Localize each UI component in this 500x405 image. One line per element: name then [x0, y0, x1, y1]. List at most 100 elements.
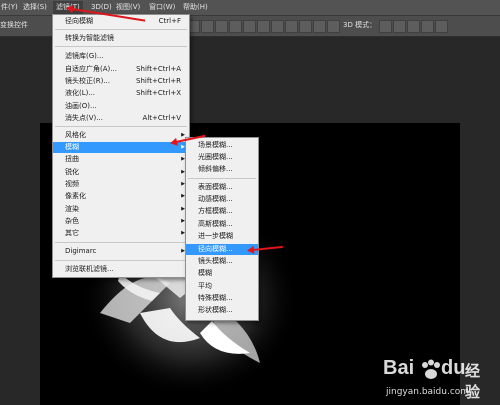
submenu-item-surface-blur[interactable]: 表面模糊... [186, 182, 258, 193]
menu-item-adaptive-wide-angle[interactable]: 自适应广角(A)... Shift+Ctrl+A [53, 64, 189, 75]
menu-item-digimarc[interactable]: Digimarc ▶ [53, 246, 189, 257]
menu-item-filter-gallery[interactable]: 滤镜库(G)... [53, 51, 189, 62]
align-icon[interactable] [215, 20, 228, 33]
menu-item-vanishing-point[interactable]: 消失点(V)... Alt+Ctrl+V [53, 113, 189, 124]
paw-logo-icon [422, 359, 440, 379]
menu-item-label: 高斯模糊... [198, 220, 233, 228]
menu-separator [55, 29, 187, 30]
menu-file[interactable]: 件(Y) [0, 1, 21, 14]
menu-item-label: 视频 [65, 180, 79, 188]
menu-item-label: 倾斜偏移... [198, 165, 233, 173]
submenu-item-gaussian-blur[interactable]: 高斯模糊... [186, 219, 258, 230]
menu-separator [55, 126, 187, 127]
distribute-icon[interactable] [271, 20, 284, 33]
submenu-item-field-blur[interactable]: 场景模糊... [186, 140, 258, 151]
menu-window[interactable]: 窗口(W) [146, 1, 178, 14]
menu-item-label: 模糊 [198, 269, 212, 277]
menu-item-label: 径向模糊... [198, 245, 233, 253]
3d-scale-icon[interactable] [435, 20, 448, 33]
baidu-jingyan-watermark: Bai du 经验 jingyan.baidu.com [383, 357, 493, 401]
menu-item-label: 形状模糊... [198, 306, 233, 314]
distribute-icon[interactable] [299, 20, 312, 33]
menu-item-label: 方框模糊... [198, 207, 233, 215]
menu-item-noise[interactable]: 杂色 ▶ [53, 216, 189, 227]
menu-item-shortcut: Shift+Ctrl+X [136, 89, 181, 97]
3d-mode-label: 3D 模式： [343, 21, 377, 29]
menu-item-label: 渲染 [65, 205, 79, 213]
align-icon[interactable] [201, 20, 214, 33]
menu-item-render[interactable]: 渲染 ▶ [53, 204, 189, 215]
menu-item-label: 扭曲 [65, 155, 79, 163]
3d-roll-icon[interactable] [393, 20, 406, 33]
submenu-item-tilt-shift[interactable]: 倾斜偏移... [186, 164, 258, 175]
menu-item-lens-correction[interactable]: 镜头校正(R)... Shift+Ctrl+R [53, 76, 189, 87]
3d-rotate-icon[interactable] [379, 20, 392, 33]
menu-select[interactable]: 选择(S) [20, 1, 50, 14]
submenu-item-box-blur[interactable]: 方框模糊... [186, 206, 258, 217]
menu-item-other[interactable]: 其它 ▶ [53, 228, 189, 239]
menu-item-oil-paint[interactable]: 油画(O)... [53, 101, 189, 112]
submenu-item-average[interactable]: 平均 [186, 281, 258, 292]
menu-separator [55, 260, 187, 261]
watermark-url: jingyan.baidu.com [386, 387, 470, 397]
menu-item-label: 锐化 [65, 168, 79, 176]
menu-help[interactable]: 帮助(H) [180, 1, 211, 14]
watermark-brand-suffix: du [441, 357, 466, 379]
menu-item-label: Digimarc [65, 247, 97, 255]
menu-item-shortcut: Shift+Ctrl+R [136, 77, 181, 85]
menu-item-shortcut: Alt+Ctrl+V [142, 114, 181, 122]
menu-item-label: 特殊模糊... [198, 294, 233, 302]
menu-item-label: 镜头模糊... [198, 257, 233, 265]
menu-view[interactable]: 视图(V) [113, 1, 143, 14]
blur-submenu: 场景模糊... 光圈模糊... 倾斜偏移... 表面模糊... 动感模糊... … [185, 137, 259, 321]
menu-item-label: 表面模糊... [198, 183, 233, 191]
submenu-item-shape-blur[interactable]: 形状模糊... [186, 305, 258, 316]
distribute-icon[interactable] [313, 20, 326, 33]
distribute-icon[interactable] [327, 20, 340, 33]
menu-separator [55, 46, 187, 47]
menu-item-convert-smart-filter[interactable]: 转换为智能滤镜 [53, 33, 189, 44]
menu-item-label: 像素化 [65, 192, 86, 200]
menu-item-sharpen[interactable]: 锐化 ▶ [53, 167, 189, 178]
submenu-item-lens-blur[interactable]: 镜头模糊... [186, 256, 258, 267]
menu-item-label: 其它 [65, 229, 79, 237]
menu-item-label: 动感模糊... [198, 195, 233, 203]
menu-item-label: 进一步模糊 [198, 232, 233, 240]
menu-item-distort[interactable]: 扭曲 ▶ [53, 154, 189, 165]
submenu-item-motion-blur[interactable]: 动感模糊... [186, 194, 258, 205]
submenu-item-blur[interactable]: 模糊 [186, 268, 258, 279]
menu-separator [188, 178, 256, 179]
watermark-product: 经验 [465, 362, 481, 401]
transform-controls-label[interactable]: 变换控件 [0, 20, 28, 30]
menu-item-label: 转换为智能滤镜 [65, 34, 114, 42]
menu-item-pixelate[interactable]: 像素化 ▶ [53, 191, 189, 202]
filter-menu: 径向模糊 Ctrl+F 转换为智能滤镜 滤镜库(G)... 自适应广角(A)...… [52, 14, 190, 278]
menu-item-blur[interactable]: 模糊 ▶ [53, 142, 189, 153]
distribute-icon[interactable] [243, 20, 256, 33]
menu-separator [55, 242, 187, 243]
menu-item-label: 模糊 [65, 143, 79, 151]
menu-item-label: 径向模糊 [65, 17, 93, 25]
3d-slide-icon[interactable] [421, 20, 434, 33]
watermark-brand: Bai [383, 357, 415, 379]
submenu-item-blur-more[interactable]: 进一步模糊 [186, 231, 258, 242]
menu-item-label: 镜头校正(R)... [65, 77, 111, 85]
distribute-icon[interactable] [257, 20, 270, 33]
menu-item-liquify[interactable]: 液化(L)... Shift+Ctrl+X [53, 88, 189, 99]
menu-item-label: 平均 [198, 282, 212, 290]
distribute-icon[interactable] [229, 20, 242, 33]
menu-item-shortcut: Shift+Ctrl+A [136, 65, 181, 73]
distribute-icon[interactable] [285, 20, 298, 33]
menu-item-label: 消失点(V)... [65, 114, 103, 122]
submenu-item-smart-blur[interactable]: 特殊模糊... [186, 293, 258, 304]
3d-drag-icon[interactable] [407, 20, 420, 33]
menu-item-label: 杂色 [65, 217, 79, 225]
menu-item-label: 液化(L)... [65, 89, 96, 97]
menu-item-video[interactable]: 视频 ▶ [53, 179, 189, 190]
menu-item-label: 浏览联机滤镜... [65, 265, 114, 273]
menu-item-label: 光圈模糊... [198, 153, 233, 161]
submenu-item-iris-blur[interactable]: 光圈模糊... [186, 152, 258, 163]
menu-item-label: 油画(O)... [65, 102, 97, 110]
menu-item-label: 滤镜库(G)... [65, 52, 104, 60]
menu-item-browse-filters-online[interactable]: 浏览联机滤镜... [53, 264, 189, 275]
